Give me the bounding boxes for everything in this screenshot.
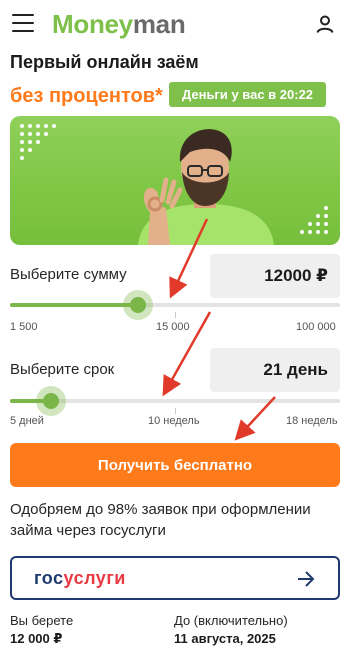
amount-slider-track[interactable] xyxy=(10,303,340,307)
promo-banner xyxy=(10,116,340,245)
term-min-label: 5 дней xyxy=(10,415,44,427)
logo-money: Money xyxy=(52,9,133,39)
amount-label: Выберите сумму xyxy=(10,266,127,283)
gosuslugi-logo: госуслуги xyxy=(34,567,126,589)
get-free-button[interactable]: Получить бесплатно xyxy=(10,443,340,487)
amount-slider-fill xyxy=(10,303,139,307)
user-profile-icon[interactable] xyxy=(315,14,335,34)
logo-man: man xyxy=(132,9,186,39)
term-slider-thumb[interactable] xyxy=(42,393,59,409)
approval-info-text: Одобряем до 98% заявок при оформлении за… xyxy=(10,501,311,539)
repay-date-label: До (включительно) xyxy=(174,613,288,628)
page-title: Первый онлайн заём xyxy=(10,52,199,72)
amount-mid-tick xyxy=(175,312,176,318)
gosuslugi-logo-part2: услуги xyxy=(63,568,126,588)
annotation-arrow-3 xyxy=(234,396,276,441)
amount-value-field[interactable]: 12000 ₽ xyxy=(210,254,340,298)
term-mid-tick xyxy=(175,408,176,414)
delivery-time-badge: Деньги у вас в 20:22 xyxy=(169,82,326,107)
banner-illustration xyxy=(20,124,328,245)
amount-min-label: 1 500 xyxy=(10,321,38,333)
hamburger-menu-icon[interactable] xyxy=(12,14,34,32)
repay-date-value: 11 августа, 2025 xyxy=(174,631,276,646)
take-amount-label: Вы берете xyxy=(10,613,74,628)
arrow-right-icon xyxy=(295,568,317,590)
term-mid-label: 10 недель xyxy=(148,415,200,427)
amount-mid-label: 15 000 xyxy=(156,321,190,333)
term-value-field[interactable]: 21 день xyxy=(210,348,340,392)
promo-subtitle: без процентов* xyxy=(10,85,163,107)
term-max-label: 18 недель xyxy=(286,415,338,427)
gosuslugi-button[interactable]: госуслуги xyxy=(10,556,340,600)
take-amount-value: 12 000 ₽ xyxy=(10,631,63,646)
term-label: Выберите срок xyxy=(10,361,115,378)
logo[interactable]: Moneyman xyxy=(52,9,186,39)
gosuslugi-logo-part1: гос xyxy=(34,568,64,588)
amount-max-label: 100 000 xyxy=(296,321,336,333)
